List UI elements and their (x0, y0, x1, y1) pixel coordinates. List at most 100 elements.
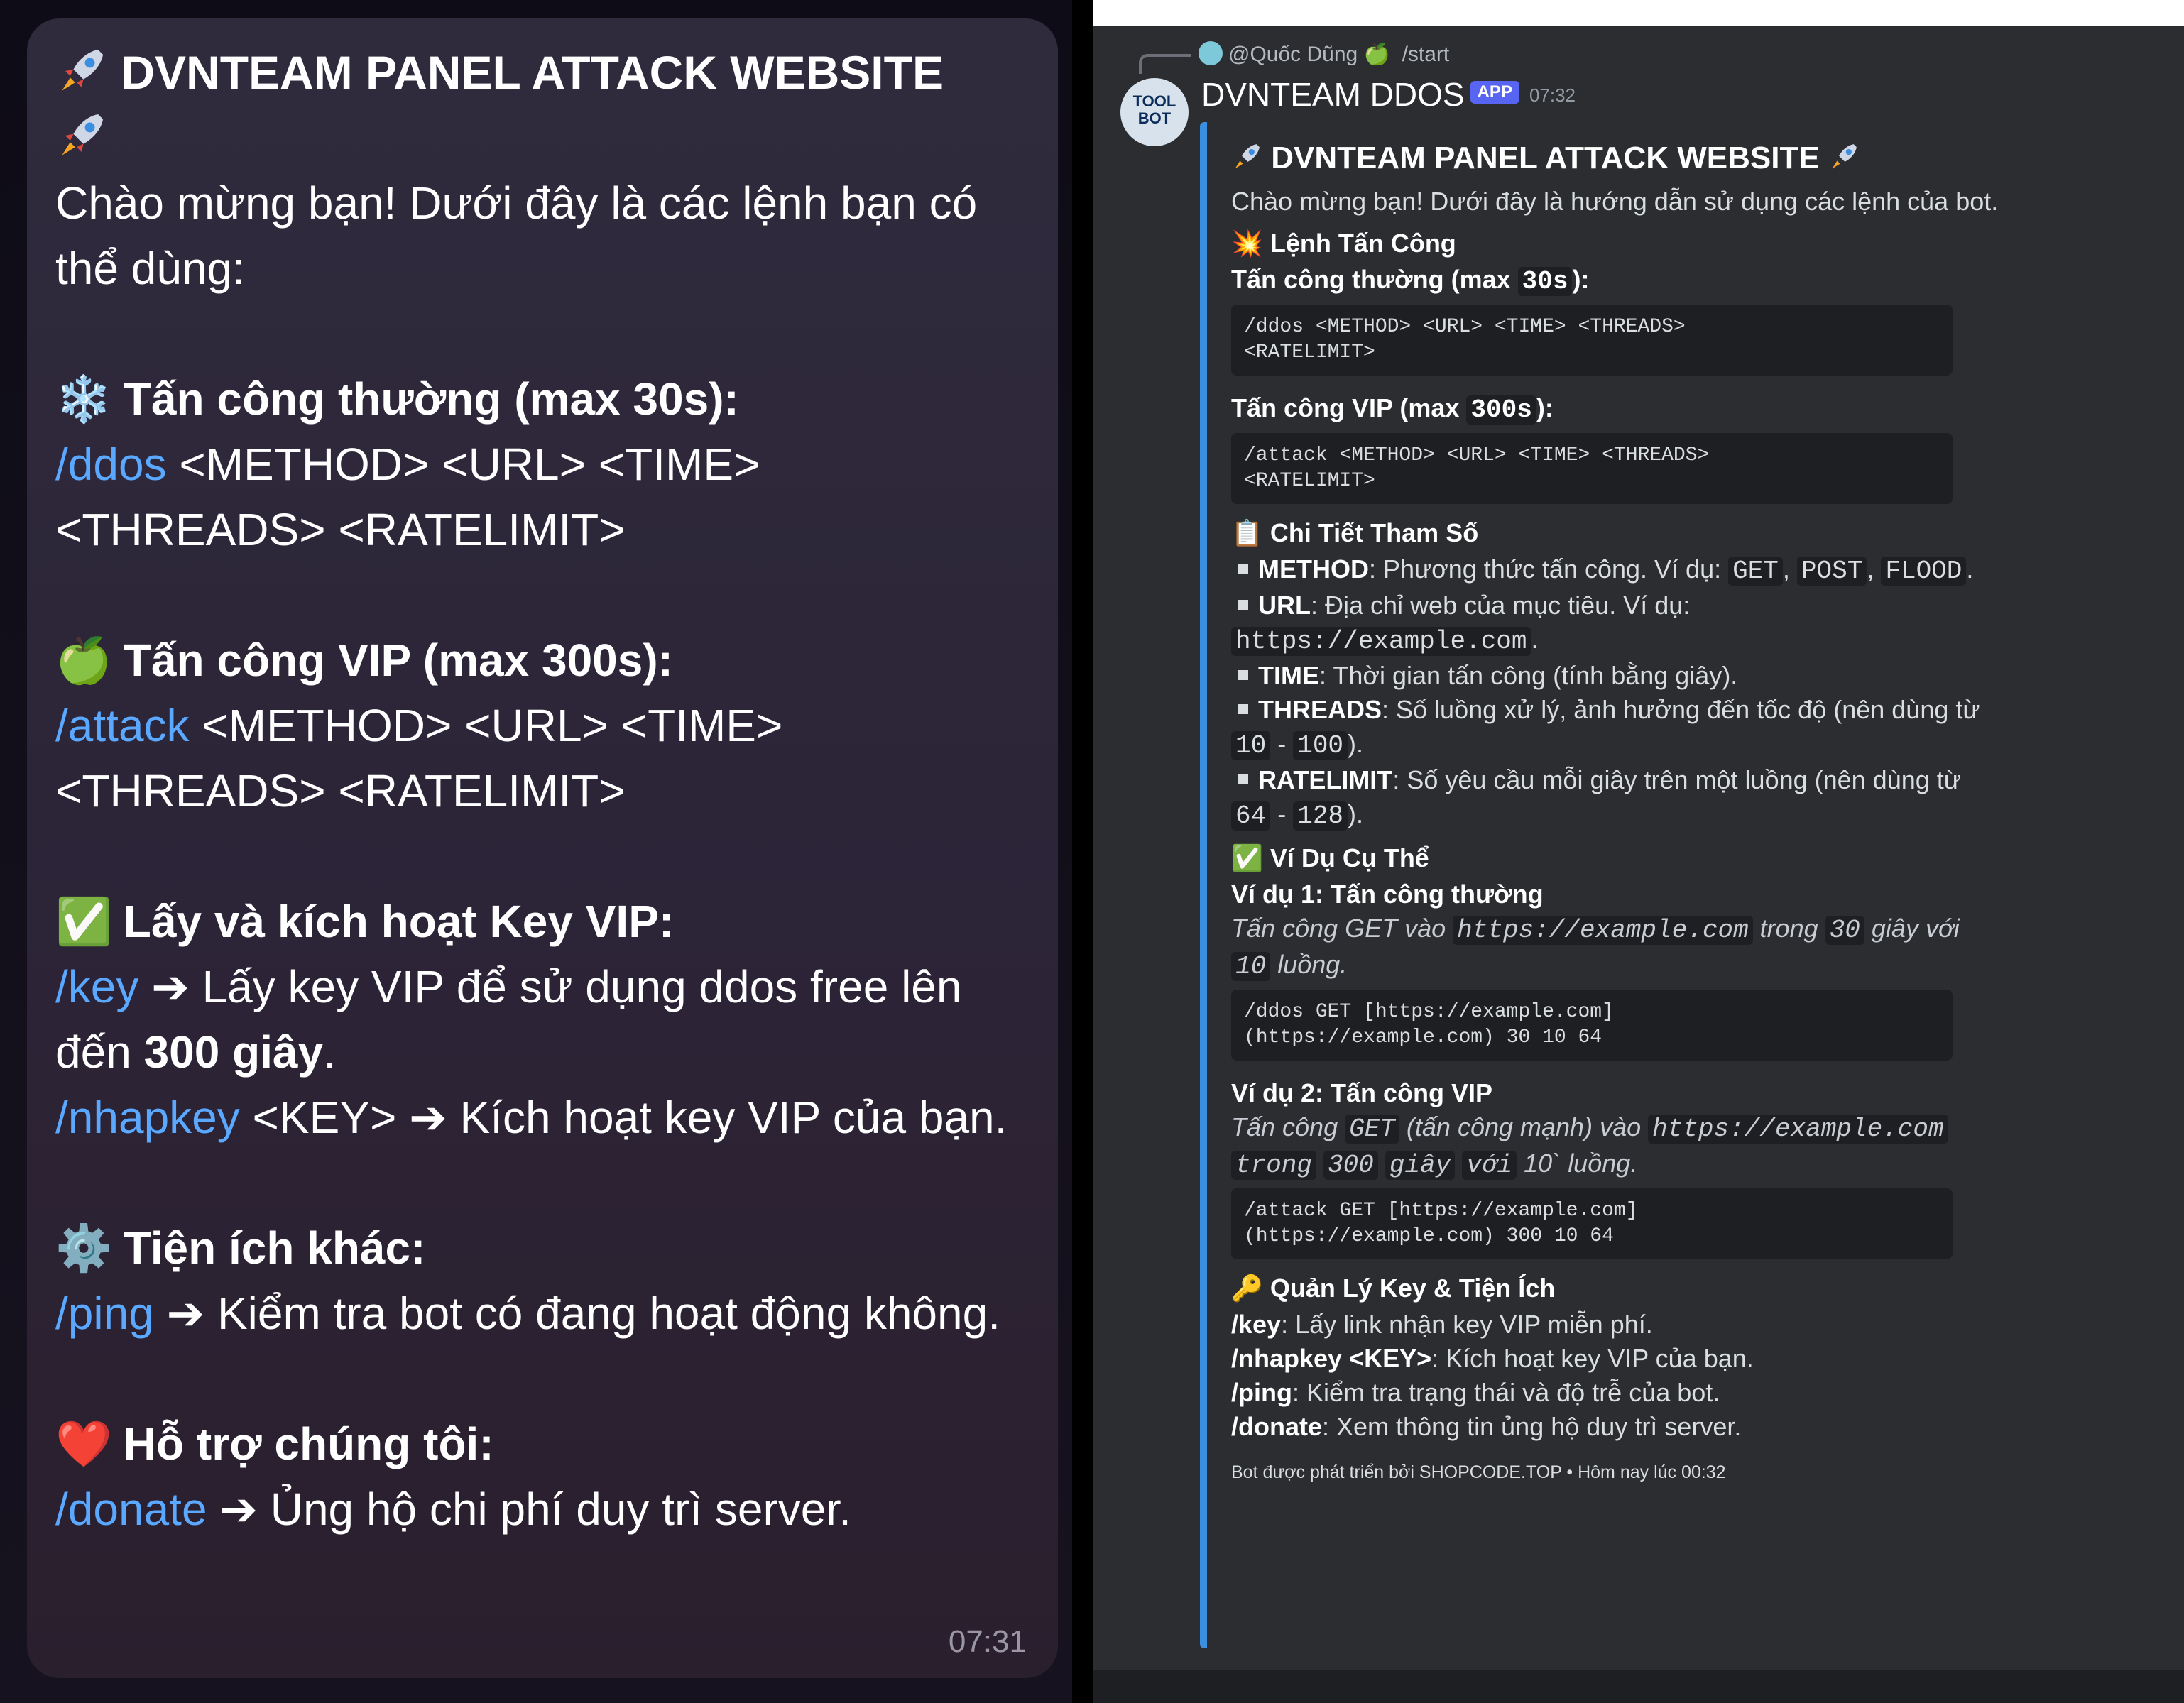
vip-label-end: ): (1536, 393, 1554, 422)
param-url: URL: Địa chỉ web của mục tiêu. Ví dụ: ht… (1231, 588, 2097, 659)
ex-text: luồng. (1568, 1149, 1638, 1178)
tg-message-time: 07:31 (948, 1624, 1027, 1659)
nhapkey-cmd-row: /nhapkey <KEY>: Kích hoạt key VIP của bạ… (1231, 1342, 2097, 1376)
param-ratelimit: RATELIMIT: Số yêu cầu mỗi giây trên một … (1231, 763, 2097, 833)
normal-attack-label: Tấn công thường (max 30s): (1231, 263, 2097, 299)
bullet-icon (1238, 774, 1248, 785)
rocket-icon (1828, 141, 1860, 175)
cmd-desc: : Lấy link nhận key VIP miễn phí. (1281, 1310, 1653, 1339)
inline-code: 128 (1293, 801, 1348, 831)
tg-util-heading: ⚙️ Tiện ích khác: (55, 1215, 1035, 1281)
bot-avatar[interactable]: TOOL BOT (1120, 78, 1189, 146)
tg-normal-heading-text: Tấn công thường (max 30s): (123, 373, 739, 425)
attack-section-heading: 💥 Lệnh Tấn Công (1231, 229, 1456, 258)
inline-code: 300 (1323, 1151, 1378, 1180)
example-1-title: Ví dụ 1: Tấn công thường (1231, 880, 1544, 909)
tg-ping-link[interactable]: /ping (55, 1288, 154, 1339)
param-desc: : Số luồng xử lý, ảnh hưởng đến tốc độ (… (1382, 695, 1980, 724)
code-line: (https://example.com) 30 10 64 (1244, 1026, 1602, 1048)
bullet-icon (1238, 670, 1248, 681)
code-line: /attack GET [https://example.com] (1244, 1200, 1638, 1222)
reply-avatar (1199, 41, 1223, 65)
heart-icon: ❤️ (55, 1418, 112, 1469)
param-time: TIME: Thời gian tấn công (tính bằng giây… (1231, 659, 2097, 693)
param-desc: : Số yêu cầu mỗi giây trên một luồng (nê… (1392, 765, 1961, 794)
inline-code: với (1462, 1151, 1517, 1180)
embed-title: DVNTEAM PANEL ATTACK WEBSITE (1271, 141, 1820, 175)
inline-code: trong (1231, 1151, 1317, 1180)
tg-nhapkey-link[interactable]: /nhapkey (55, 1092, 240, 1143)
embed-card: DVNTEAM PANEL ATTACK WEBSITE Chào mừng b… (1200, 122, 2109, 1648)
bot-name[interactable]: DVNTEAM DDOS (1201, 76, 1465, 113)
donate-cmd-row: /donate: Xem thông tin ủng hộ duy trì se… (1231, 1410, 2097, 1444)
snowflake-icon: ❄️ (55, 373, 112, 425)
inline-code: POST (1796, 557, 1867, 586)
normal-code-block[interactable]: /ddos <METHOD> <URL> <TIME> <THREADS> <R… (1231, 305, 1953, 376)
tg-key-bold: 300 giây (143, 1026, 324, 1078)
tg-ping-text: ➔ Kiểm tra bot có đang hoạt động không. (153, 1288, 1000, 1339)
example-1-desc: Tấn công GET vào https://example.com tro… (1231, 911, 2097, 984)
inline-code: 64 (1231, 801, 1271, 831)
tg-nhapkey-command: /nhapkey <KEY> ➔ Kích hoạt key VIP của b… (55, 1085, 1035, 1150)
cmd-name: /donate (1231, 1412, 1323, 1441)
param-desc: : Thời gian tấn công (tính bằng giây). (1319, 661, 1738, 690)
screenshot-root: DVNTEAM PANEL ATTACK WEBSITE Chào mừng b… (0, 0, 2184, 1703)
tg-vip-heading-text: Tấn công VIP (max 300s): (123, 635, 673, 686)
tg-vip-command: /attack <METHOD> <URL> <TIME> <THREADS> … (55, 693, 1035, 823)
code-line: <RATELIMIT> (1244, 470, 1375, 492)
panel-divider (1072, 0, 1093, 1703)
tg-vip-heading: 🍏 Tấn công VIP (max 300s): (55, 628, 1035, 693)
tg-support-heading: ❤️ Hỗ trợ chúng tôi: (55, 1411, 1035, 1477)
inline-code: https://example.com (1231, 627, 1531, 656)
tg-ddos-link[interactable]: /ddos (55, 439, 167, 490)
inline-code: 30 (1825, 916, 1864, 945)
tg-key-end: . (323, 1026, 336, 1078)
tg-donate-link[interactable]: /donate (55, 1484, 207, 1535)
ex-text: trong (1752, 914, 1825, 943)
tg-ping-command: /ping ➔ Kiểm tra bot có đang hoạt động k… (55, 1281, 1035, 1346)
key-cmd-row: /key: Lấy link nhận key VIP miễn phí. (1231, 1308, 2097, 1342)
tg-key-link[interactable]: /key (55, 961, 138, 1012)
gear-icon: ⚙️ (55, 1222, 112, 1274)
tg-normal-heading: ❄️ Tấn công thường (max 30s): (55, 366, 1035, 432)
bullet-icon (1238, 600, 1248, 610)
params-section-heading: 📋 Chi Tiết Tham Số (1231, 518, 1479, 547)
param-threads: THREADS: Số luồng xử lý, ảnh hưởng đến t… (1231, 693, 2097, 763)
param-key: RATELIMIT (1258, 765, 1393, 794)
vip-code-block[interactable]: /attack <METHOD> <URL> <TIME> <THREADS> … (1231, 433, 1953, 504)
cmd-desc: : Xem thông tin ủng hộ duy trì server. (1322, 1412, 1742, 1441)
ex-text: 10` (1524, 1149, 1561, 1178)
tg-key-command: /key ➔ Lấy key VIP để sử dụng ddos free … (55, 954, 1035, 1085)
embed-body: DVNTEAM PANEL ATTACK WEBSITE Chào mừng b… (1231, 138, 2097, 1489)
check-mark-icon: ✅ (55, 896, 112, 947)
tg-donate-text: ➔ Ủng hộ chi phí duy trì server. (207, 1484, 851, 1535)
bullet-icon (1238, 704, 1248, 715)
discord-panel: @Quốc Dũng 🍏 /start TOOL BOT DVNTEAM DDO… (1093, 0, 2184, 1703)
vip-attack-label: Tấn công VIP (max 300s): (1231, 391, 2097, 427)
tg-attack-link[interactable]: /attack (55, 700, 190, 751)
avatar-text-2: BOT (1137, 109, 1172, 127)
embed-footer: Bot được phát triển bởi SHOPCODE.TOP • H… (1231, 1462, 1726, 1482)
keys-section-heading: 🔑 Quản Lý Key & Tiện Ích (1231, 1274, 1556, 1303)
tg-key-heading: ✅ Lấy và kích hoạt Key VIP: (55, 889, 1035, 954)
telegram-message-bubble: DVNTEAM PANEL ATTACK WEBSITE Chào mừng b… (27, 18, 1058, 1678)
ex-text: giây với (1864, 914, 1960, 943)
ex-text: Tấn công (1231, 1112, 1345, 1141)
tg-normal-command: /ddos <METHOD> <URL> <TIME> <THREADS> <R… (55, 432, 1035, 562)
ping-cmd-row: /ping: Kiểm tra trạng thái và độ trễ của… (1231, 1376, 2097, 1410)
ex-text: Tấn công GET vào (1231, 914, 1453, 943)
code-line: /ddos <METHOD> <URL> <TIME> <THREADS> (1244, 316, 1686, 338)
telegram-panel: DVNTEAM PANEL ATTACK WEBSITE Chào mừng b… (0, 0, 1072, 1703)
param-key: TIME (1258, 661, 1319, 690)
example-1-code-block[interactable]: /ddos GET [https://example.com] (https:/… (1231, 990, 1953, 1061)
reply-reference[interactable]: @Quốc Dũng 🍏 /start (1199, 41, 1449, 67)
reply-connector (1139, 54, 1191, 74)
param-desc: : Phương thức tấn công. Ví dụ: (1369, 554, 1729, 584)
cmd-name: /key (1231, 1310, 1282, 1339)
tg-key-heading-text: Lấy và kích hoạt Key VIP: (123, 896, 675, 947)
inline-code: giây (1385, 1151, 1456, 1180)
tg-util-heading-text: Tiện ích khác: (123, 1222, 426, 1274)
normal-label-end: ): (1572, 265, 1590, 294)
code-line: (https://example.com) 300 10 64 (1244, 1225, 1614, 1247)
example-2-code-block[interactable]: /attack GET [https://example.com] (https… (1231, 1188, 1953, 1259)
